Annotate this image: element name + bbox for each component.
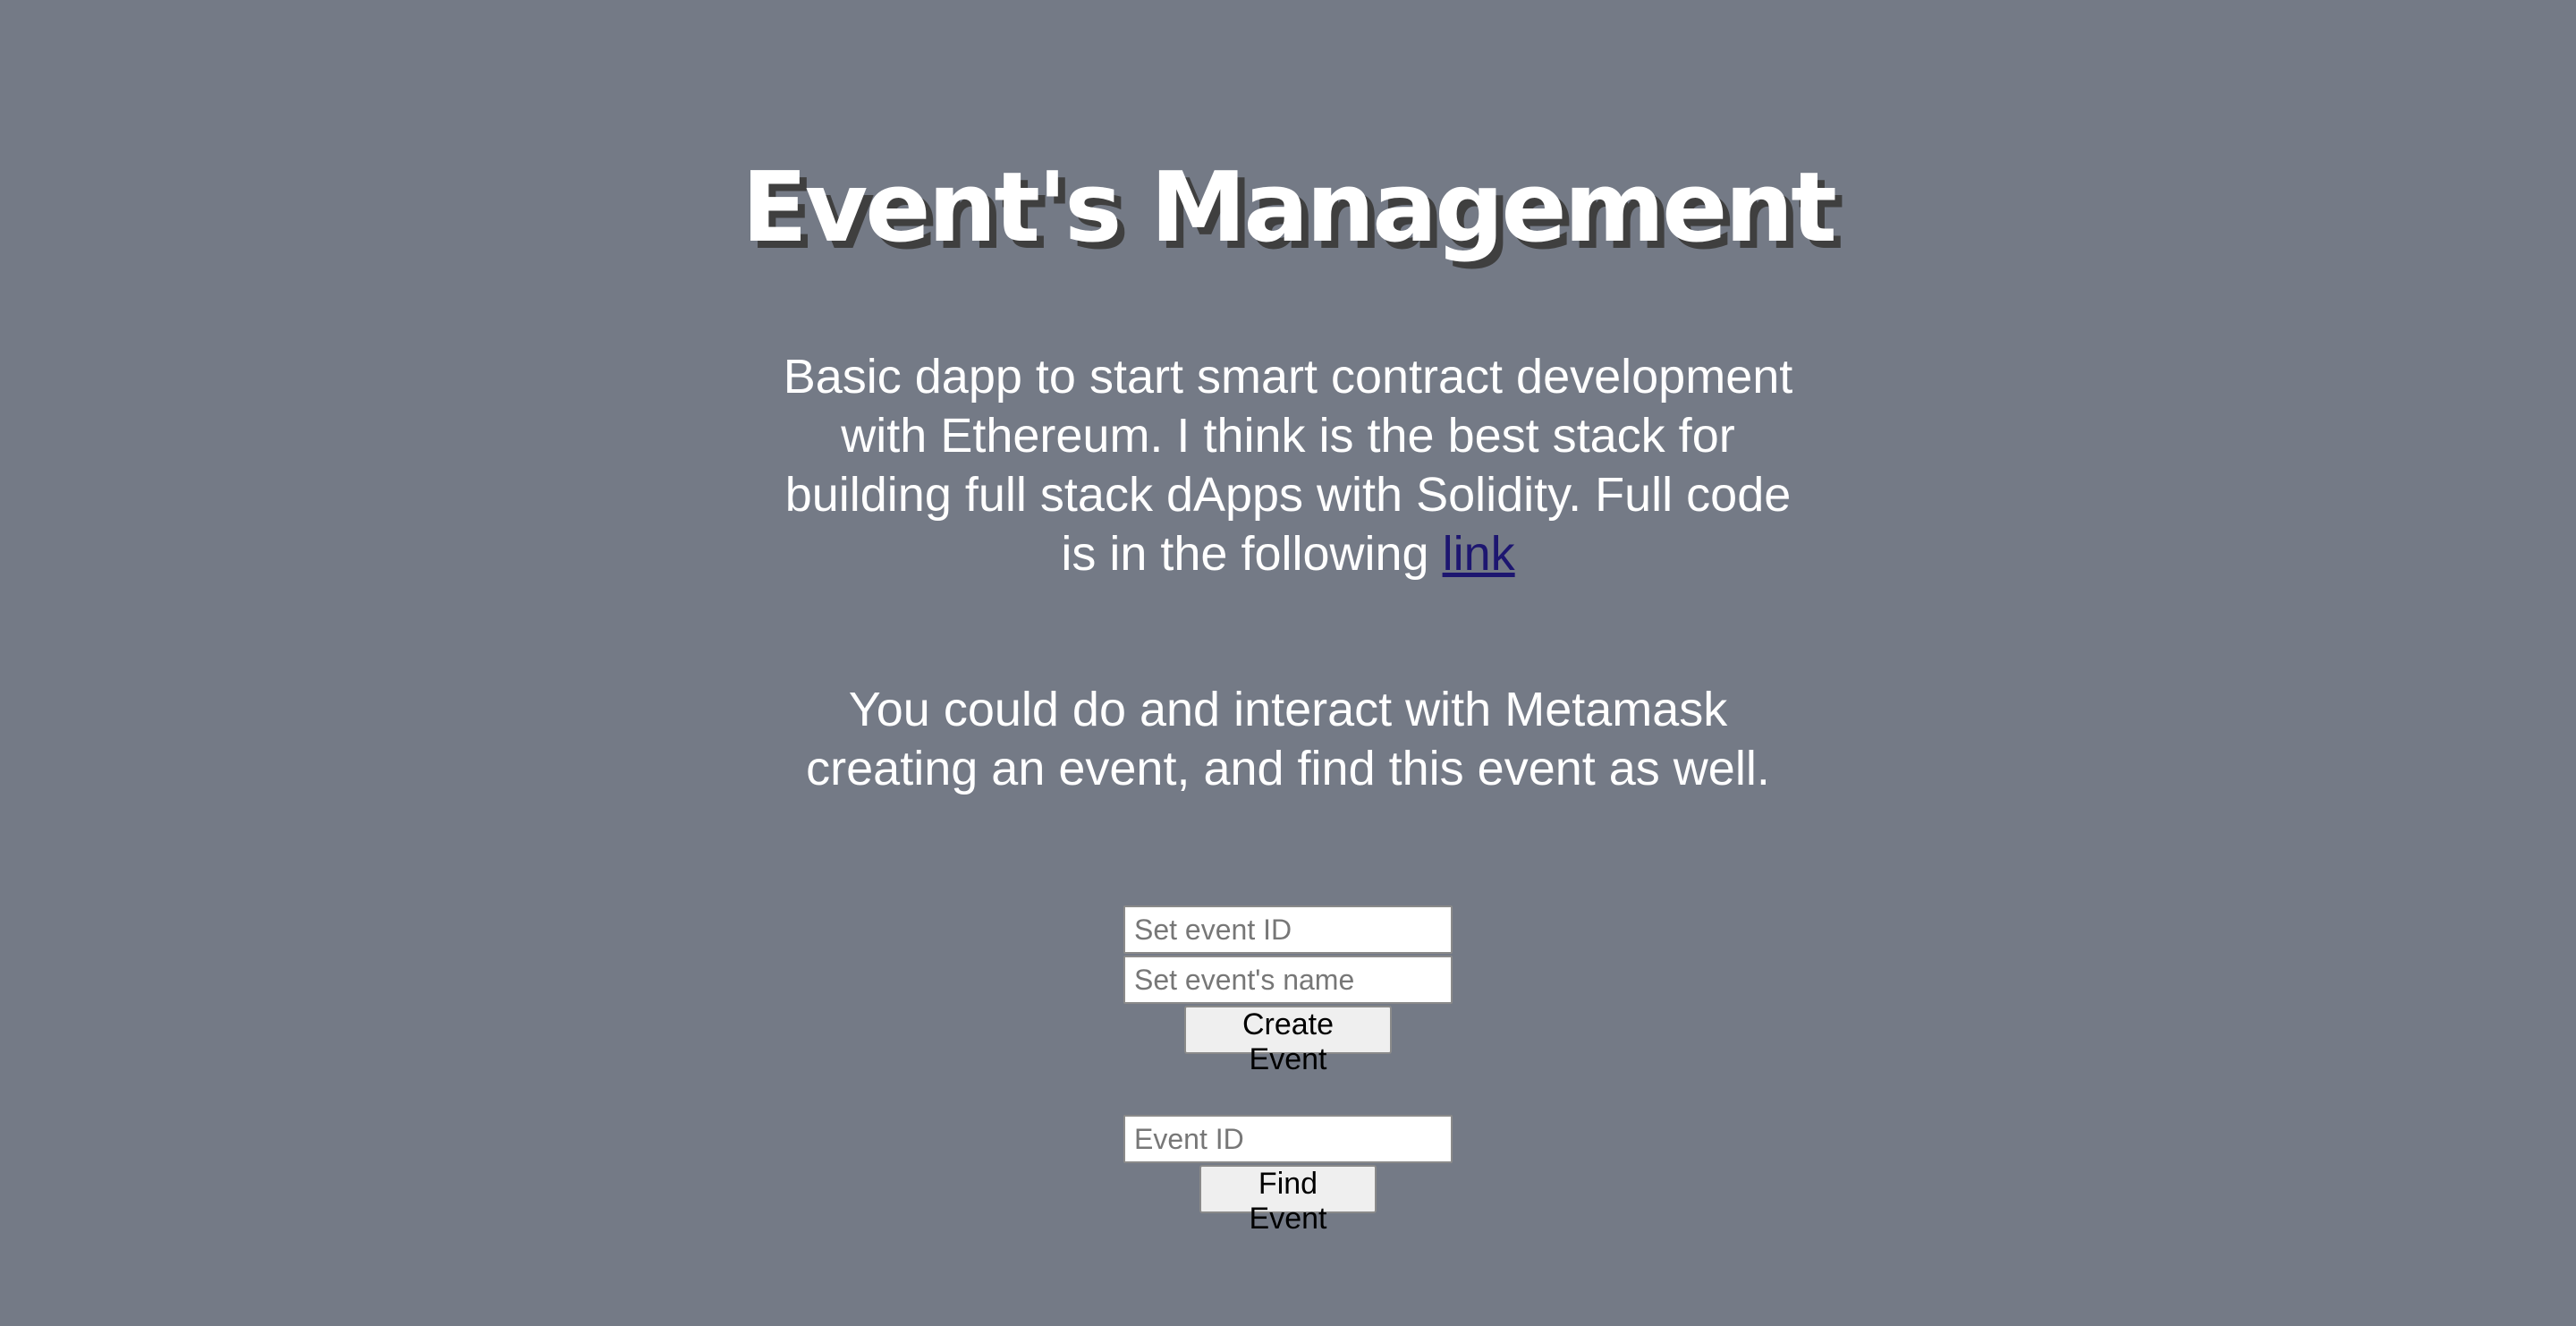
- intro-paragraph: Basic dapp to start smart contract devel…: [769, 347, 1807, 583]
- intro-text: Basic dapp to start smart contract devel…: [783, 350, 1793, 581]
- create-event-button[interactable]: Create Event: [1184, 1006, 1392, 1076]
- find-event-button[interactable]: Find Event: [1199, 1165, 1377, 1236]
- code-link[interactable]: link: [1443, 527, 1515, 581]
- metamask-paragraph: You could do and interact with Metamask …: [806, 683, 1770, 795]
- create-event-form: Create Event: [1123, 905, 1453, 1076]
- set-event-name-input[interactable]: [1123, 956, 1453, 1004]
- find-event-form: Find Event: [1123, 1115, 1453, 1236]
- find-event-id-input[interactable]: [1123, 1115, 1453, 1163]
- set-event-id-input[interactable]: [1123, 905, 1453, 954]
- page-title: Event's Management: [741, 152, 1837, 264]
- main-container: Event's Management Basic dapp to start s…: [0, 0, 2576, 1236]
